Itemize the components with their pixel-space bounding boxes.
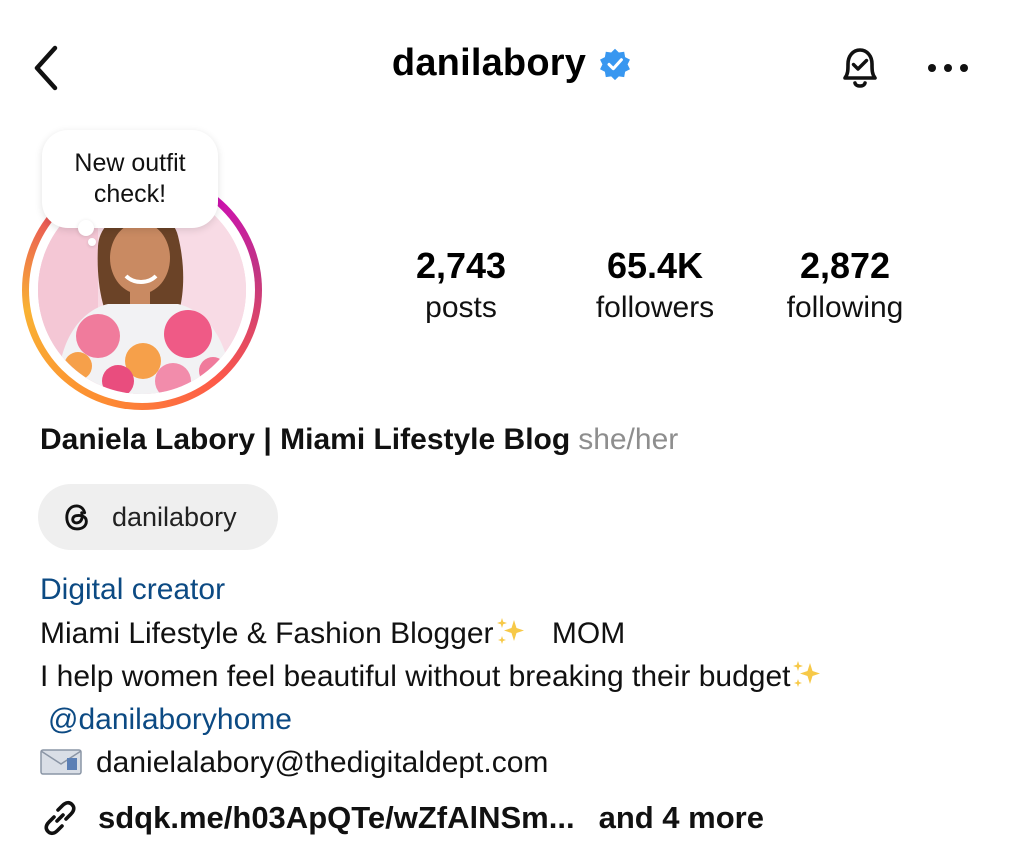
sparkles-icon (496, 618, 524, 644)
external-links-button[interactable]: sdqk.me/h03ApQTe/wZfAlNSm... and 4 more (40, 796, 764, 840)
threads-badge-button[interactable]: danilabory (38, 484, 278, 550)
following-count: 2,872 (799, 245, 891, 286)
bio-line-4: danielalabory@thedigitaldept.com (40, 741, 826, 784)
link-more-count: and 4 more (598, 800, 764, 835)
threads-handle: danilabory (112, 501, 237, 532)
threads-icon (65, 504, 88, 531)
more-horizontal-icon (928, 64, 968, 72)
bio-line-2-text: I help women feel beautiful without brea… (40, 660, 791, 693)
posts-stat[interactable]: 2,743 posts (390, 244, 532, 328)
bio-line-1: Miami Lifestyle & Fashion Blogger MOM (40, 612, 826, 655)
bio-line-2: I help women feel beautiful without brea… (40, 655, 826, 698)
full-name: Daniela Labory | Miami Lifestyle Blog (40, 423, 571, 456)
link-url: sdqk.me/h03ApQTe/wZfAlNSm... (98, 800, 575, 835)
note-line-2: check! (93, 180, 167, 208)
profile-stats: 2,743 posts 65.4K followers 2,872 follow… (390, 244, 950, 334)
posts-count: 2,743 (415, 245, 507, 286)
posts-label: posts (425, 291, 497, 324)
link-icon (44, 800, 76, 836)
following-label: following (786, 291, 904, 324)
followers-count: 65.4K (606, 245, 704, 286)
profile-category: Digital creator (40, 573, 226, 606)
envelope-icon (40, 749, 82, 775)
notifications-button[interactable] (832, 40, 888, 96)
bio-line-3: @danilaboryhome (40, 698, 826, 741)
top-bar: danilabory (0, 0, 1024, 130)
bio-line-1-suffix: MOM (551, 617, 626, 650)
followers-stat[interactable]: 65.4K followers (578, 244, 732, 328)
more-options-button[interactable] (920, 44, 976, 92)
following-stat[interactable]: 2,872 following (774, 244, 916, 328)
pronouns: she/her (578, 423, 679, 456)
verified-badge-icon (598, 47, 632, 81)
mention-link[interactable]: @danilaboryhome (40, 703, 292, 736)
email-text[interactable]: danielalabory@thedigitaldept.com (96, 746, 548, 779)
bell-icon (843, 48, 877, 88)
bio-line-1-text: Miami Lifestyle & Fashion Blogger (40, 617, 494, 650)
note-bubble-tail-small (88, 238, 96, 246)
note-line-1: New outfit (74, 149, 186, 177)
sparkles-icon (793, 661, 821, 687)
username: danilabory (391, 42, 587, 84)
name-row: Daniela Labory | Miami Lifestyle Blog she… (40, 420, 678, 460)
profile-bio: Miami Lifestyle & Fashion Blogger MOM I … (40, 612, 826, 784)
followers-label: followers (595, 291, 715, 324)
profile-note[interactable]: New outfit check! (42, 130, 218, 228)
note-bubble-tail (78, 220, 94, 236)
